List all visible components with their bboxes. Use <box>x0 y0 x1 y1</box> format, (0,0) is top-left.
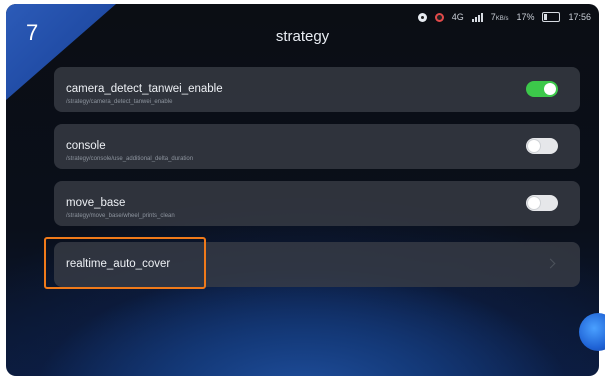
notification-icon <box>417 12 427 22</box>
toggle-switch[interactable] <box>526 195 558 211</box>
list-item-console[interactable]: console /strategy/console/use_additional… <box>54 124 580 169</box>
network-speed: 7KB/s <box>490 12 509 22</box>
item-name: console <box>66 140 106 152</box>
list-item-camera-detect[interactable]: camera_detect_tanwei_enable /strategy/ca… <box>54 67 580 112</box>
network-type: 4G <box>451 12 464 22</box>
toggle-switch[interactable] <box>526 81 558 97</box>
clock: 17:56 <box>568 12 591 22</box>
item-name: move_base <box>66 197 126 209</box>
toggle-switch[interactable] <box>526 138 558 154</box>
signal-icon <box>471 12 483 22</box>
highlight-box <box>44 237 206 289</box>
page-title: strategy <box>275 28 330 45</box>
item-path: /strategy/camera_detect_tanwei_enable <box>66 99 173 105</box>
battery-percent: 17% <box>516 12 535 22</box>
toggle-knob <box>528 140 540 152</box>
status-bar: 4G 7KB/s 17% 17:56 <box>417 12 591 22</box>
list-item-move-base[interactable]: move_base /strategy/move_base/wheel_prin… <box>54 181 580 226</box>
item-path: /strategy/console/use_additional_delta_d… <box>66 156 194 162</box>
toggle-knob <box>528 197 540 209</box>
item-path: /strategy/move_base/wheel_prints_clean <box>66 213 175 219</box>
chevron-right-icon <box>545 258 556 269</box>
item-name: camera_detect_tanwei_enable <box>66 83 223 95</box>
battery-icon <box>542 12 561 22</box>
step-number: 7 <box>26 20 39 45</box>
record-icon <box>434 12 444 22</box>
toggle-knob <box>544 83 556 95</box>
